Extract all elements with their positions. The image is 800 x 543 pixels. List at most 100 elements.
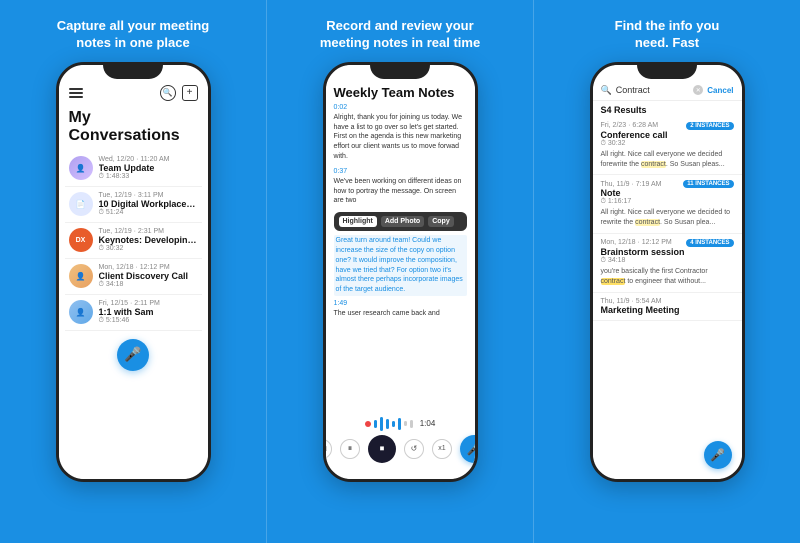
mic-icon: 🎤 [124, 346, 141, 363]
panel-1: Capture all your meeting notes in one pl… [0, 0, 266, 543]
record-dot [365, 421, 371, 427]
item-duration: 51:24 [99, 209, 198, 217]
result-date: Fri, 2/23 · 6:28 AM [601, 122, 659, 129]
search-result-item[interactable]: Thu, 11/9 · 5:54 AM Marketing Meeting [593, 293, 742, 321]
mic-button[interactable]: 🎤 [460, 435, 475, 463]
search-result-item[interactable]: Mon, 12/18 · 12:12 PM 4 INSTANCES Brains… [593, 234, 742, 293]
note-text-3: The user research came back and [334, 309, 467, 319]
item-duration: 5:15:46 [99, 317, 198, 325]
share-button[interactable]: ↑□ [326, 439, 333, 459]
conversations-title: My Conversations [59, 107, 208, 151]
recording-controls: 1:04 ↑□ ⏸ ⏹ ↺ x1 🎤 [326, 417, 475, 471]
item-name: 1:1 with Sam [99, 307, 198, 317]
phone-2: Weekly Team Notes 0:02 Alright, thank yo… [323, 62, 478, 482]
highlight-word: contract [601, 278, 626, 285]
search-icon[interactable]: 🔍 [160, 85, 176, 101]
result-snippet: All right. Nice call everyone we decided… [601, 208, 734, 228]
result-duration: ⏱ 34:18 [601, 257, 734, 265]
item-date: Fri, 12/15 · 2:11 PM [99, 300, 198, 307]
panel-3: Find the info you need. Fast 🔍 Contract … [534, 0, 800, 543]
search-input[interactable]: Contract [616, 85, 690, 95]
item-name: 10 Digital Workplace predi... [99, 199, 198, 209]
item-name: Keynotes: Developing a Cu... [99, 235, 198, 245]
add-icon[interactable]: + [182, 85, 198, 101]
panel-1-heading: Capture all your meeting notes in one pl… [57, 18, 209, 52]
avatar: 👤 [69, 156, 93, 180]
panel-2-heading: Record and review your meeting notes in … [320, 18, 480, 52]
note-text-2: We've been working on different ideas on… [334, 177, 467, 206]
conversations-list: 👤 Wed, 12/20 · 11:20 AM Team Update 1:48… [59, 151, 208, 331]
item-name: Client Discovery Call [99, 271, 198, 281]
highlight-word: contract [635, 219, 660, 226]
list-item[interactable]: 📄 Tue, 12/19 · 3:11 PM 10 Digital Workpl… [65, 187, 202, 223]
waveform-bar [380, 417, 383, 431]
copy-button[interactable]: Copy [428, 216, 454, 227]
waveform-bar [404, 421, 407, 426]
waveform-bar [398, 418, 401, 430]
list-item[interactable]: 👤 Wed, 12/20 · 11:20 AM Team Update 1:48… [65, 151, 202, 187]
result-date: Mon, 12/18 · 12:12 PM [601, 239, 672, 246]
item-date: Mon, 12/18 · 12:12 PM [99, 264, 198, 271]
result-title: Conference call [601, 130, 734, 140]
selected-text: Great turn around team! Could we increas… [334, 235, 467, 296]
timestamp-1: 0:02 [334, 104, 467, 111]
timestamp-2: 0:37 [334, 168, 467, 175]
stop-button[interactable]: ⏹ [368, 435, 396, 463]
result-duration: ⏱ 1:16:17 [601, 198, 734, 206]
recording-time: 1:04 [420, 419, 436, 428]
item-date: Wed, 12/20 · 11:20 AM [99, 156, 198, 163]
item-duration: 1:48:33 [99, 173, 198, 181]
waveform-bar [374, 420, 377, 428]
waveform: 1:04 [365, 417, 436, 431]
text-action-popup: Highlight Add Photo Copy [334, 212, 467, 231]
mic-button[interactable]: 🎤 [117, 339, 149, 371]
phone-1: 🔍 + My Conversations 👤 Wed, 12/20 · 11:2… [56, 62, 211, 482]
item-name: Team Update [99, 163, 198, 173]
avatar: 👤 [69, 300, 93, 324]
waveform-bar [386, 419, 389, 429]
hamburger-icon[interactable] [69, 88, 83, 98]
panel-3-heading: Find the info you need. Fast [615, 18, 720, 52]
item-duration: 30:32 [99, 245, 198, 253]
note-text-1: Alright, thank you for joining us today.… [334, 113, 467, 162]
mic-icon: 🎤 [710, 448, 725, 462]
list-item[interactable]: 👤 Mon, 12/18 · 12:12 PM Client Discovery… [65, 259, 202, 295]
avatar: 👤 [69, 264, 93, 288]
note-title: Weekly Team Notes [334, 85, 467, 100]
highlight-button[interactable]: Highlight [339, 216, 377, 227]
search-result-item[interactable]: Fri, 2/23 · 6:28 AM 2 INSTANCES Conferen… [593, 117, 742, 176]
result-date: Thu, 11/9 · 5:54 AM [601, 298, 662, 305]
result-snippet: All right. Nice call everyone we decided… [601, 150, 734, 170]
highlight-word: contract [641, 161, 666, 168]
result-snippet: you're basically the first Contractor co… [601, 267, 734, 287]
result-title: Marketing Meeting [601, 305, 734, 315]
item-date: Tue, 12/19 · 3:11 PM [99, 192, 198, 199]
result-badge: 4 INSTANCES [686, 239, 733, 247]
item-date: Tue, 12/19 · 2:31 PM [99, 228, 198, 235]
search-result-item[interactable]: Thu, 11/9 · 7:19 AM 11 INSTANCES Note ⏱ … [593, 175, 742, 234]
loop-button[interactable]: ↺ [404, 439, 424, 459]
result-date: Thu, 11/9 · 7:19 AM [601, 181, 662, 188]
add-photo-button[interactable]: Add Photo [381, 216, 424, 227]
list-item[interactable]: 👤 Fri, 12/15 · 2:11 PM 1:1 with Sam 5:15… [65, 295, 202, 331]
results-label: S4 Results [593, 101, 742, 117]
result-badge: 11 INSTANCES [683, 180, 733, 188]
phone-3: 🔍 Contract ✕ Cancel S4 Results Fri, 2/23… [590, 62, 745, 482]
result-title: Brainstorm session [601, 247, 734, 257]
cancel-button[interactable]: Cancel [707, 86, 733, 95]
list-item[interactable]: DX Tue, 12/19 · 2:31 PM Keynotes: Develo… [65, 223, 202, 259]
avatar: DX [69, 228, 93, 252]
timestamp-3: 1:49 [334, 300, 467, 307]
item-duration: 34:18 [99, 281, 198, 289]
p1-topbar: 🔍 + [59, 81, 208, 107]
speed-button[interactable]: x1 [432, 439, 452, 459]
search-bar: 🔍 Contract ✕ Cancel [593, 81, 742, 101]
mic-button[interactable]: 🎤 [704, 441, 732, 469]
result-title: Note [601, 188, 734, 198]
pause-button[interactable]: ⏸ [340, 439, 360, 459]
result-badge: 2 INSTANCES [686, 122, 733, 130]
clear-icon[interactable]: ✕ [693, 85, 703, 95]
note-screen: Weekly Team Notes 0:02 Alright, thank yo… [326, 81, 475, 319]
search-icon: 🔍 [601, 85, 612, 96]
waveform-bar [410, 420, 413, 428]
